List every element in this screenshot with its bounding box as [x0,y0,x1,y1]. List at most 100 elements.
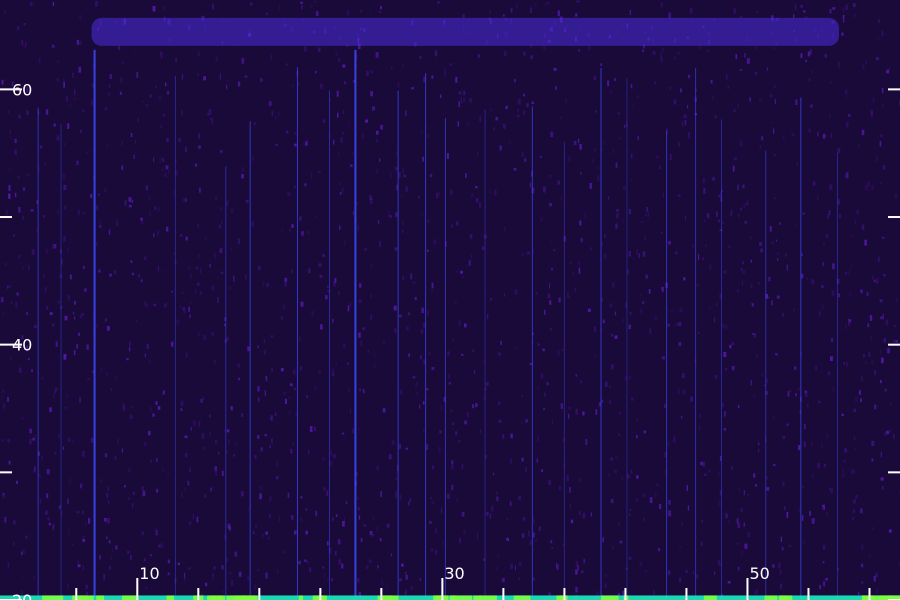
noise-speck [82,451,85,457]
noise-speck [749,97,751,102]
noise-speck [642,49,644,52]
noise-speck [149,94,152,98]
noise-speck [478,54,480,58]
noise-speck [534,539,538,542]
noise-speck [378,10,382,14]
noise-speck [618,137,621,140]
noise-speck [472,349,474,352]
noise-speck [200,268,202,274]
noise-speck [629,312,632,316]
noise-speck [393,328,397,333]
noise-speck [739,68,743,71]
noise-speck [258,397,260,402]
noise-speck [773,153,776,157]
noise-speck [630,153,633,159]
noise-speck [809,49,812,55]
noise-speck [30,209,34,212]
noise-speck [291,224,294,228]
noise-speck [867,323,869,328]
noise-speck [277,569,279,574]
noise-speck [457,121,459,127]
noise-speck [335,362,337,366]
noise-speck [136,72,139,78]
noise-speck [254,584,257,589]
noise-speck [545,3,547,6]
noise-speck [300,366,302,371]
noise-speck [341,187,344,193]
noise-speck [770,121,773,124]
noise-speck [369,11,372,14]
noise-speck [318,371,321,374]
noise-speck [115,545,118,550]
noise-speck [348,121,350,128]
noise-speck [110,555,113,561]
noise-speck [575,586,578,593]
noise-speck [315,215,317,218]
noise-speck [771,300,773,306]
noise-speck [789,389,791,393]
noise-speck [100,368,103,372]
noise-speck [377,565,379,569]
noise-speck [129,414,133,420]
noise-speck [519,562,522,566]
noise-speck [38,57,41,64]
noise-speck [181,291,184,294]
noise-speck [850,264,852,268]
noise-speck [849,293,851,296]
noise-speck [420,329,424,334]
noise-speck [542,348,545,352]
noise-speck [377,220,380,224]
noise-speck [551,547,553,549]
noise-speck [604,253,607,259]
noise-speck [637,135,639,141]
noise-speck [610,457,613,461]
noise-speck [743,522,745,527]
noise-speck [76,160,79,165]
noise-speck [841,413,844,417]
noise-speck [451,484,454,491]
noise-speck [469,234,473,239]
noise-speck [79,15,82,20]
noise-speck [872,275,874,280]
noise-speck [577,49,580,52]
noise-speck [858,144,860,148]
noise-speck [504,226,506,232]
noise-speck [358,515,361,520]
noise-speck [82,510,84,515]
noise-speck [826,512,828,517]
noise-speck [643,430,646,434]
noise-speck [82,212,86,215]
noise-speck [860,289,863,294]
noise-speck [18,206,21,213]
noise-speck [842,468,844,474]
noise-speck [306,139,309,143]
noise-speck [745,202,749,205]
noise-speck [768,296,770,299]
noise-speck [360,537,363,543]
noise-speck [245,274,247,280]
noise-speck [7,285,9,289]
noise-speck [351,152,354,155]
noise-speck [538,527,541,532]
noise-speck [121,165,123,171]
noise-speck [463,530,466,535]
noise-speck [882,486,884,490]
noise-speck [742,184,745,189]
noise-speck [335,51,338,56]
noise-speck [726,74,728,80]
noise-speck [578,267,581,274]
noise-speck [495,567,498,570]
noise-speck [52,524,55,529]
noise-speck [630,178,632,181]
noise-speck [270,415,273,421]
noise-speck [395,492,398,499]
noise-speck [157,265,160,272]
noise-speck [751,333,755,336]
noise-speck [551,239,553,243]
noise-speck [806,277,808,281]
noise-speck [440,405,443,410]
noise-speck [580,380,582,384]
noise-speck [215,196,218,200]
noise-speck [881,357,884,364]
noise-speck [557,10,561,17]
